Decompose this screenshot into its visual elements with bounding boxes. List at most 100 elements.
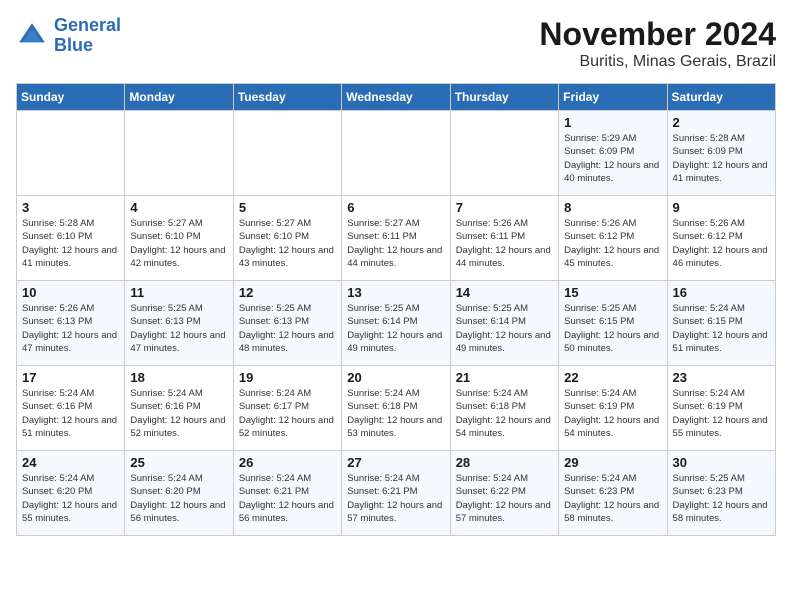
day-number: 24 (22, 455, 119, 470)
day-info: Sunrise: 5:25 AM Sunset: 6:13 PM Dayligh… (239, 302, 336, 355)
cell-3-0: 17 Sunrise: 5:24 AM Sunset: 6:16 PM Dayli… (17, 366, 125, 451)
cell-4-2: 26 Sunrise: 5:24 AM Sunset: 6:21 PM Dayli… (233, 451, 341, 536)
day-info: Sunrise: 5:24 AM Sunset: 6:19 PM Dayligh… (673, 387, 770, 440)
day-number: 27 (347, 455, 444, 470)
calendar-table: Sunday Monday Tuesday Wednesday Thursday… (16, 83, 776, 536)
logo-line2: Blue (54, 35, 93, 55)
calendar-title: November 2024 (539, 16, 776, 53)
day-info: Sunrise: 5:24 AM Sunset: 6:18 PM Dayligh… (347, 387, 444, 440)
cell-4-3: 27 Sunrise: 5:24 AM Sunset: 6:21 PM Dayli… (342, 451, 450, 536)
cell-2-0: 10 Sunrise: 5:26 AM Sunset: 6:13 PM Dayli… (17, 281, 125, 366)
week-row-5: 24 Sunrise: 5:24 AM Sunset: 6:20 PM Dayli… (17, 451, 776, 536)
cell-4-0: 24 Sunrise: 5:24 AM Sunset: 6:20 PM Dayli… (17, 451, 125, 536)
day-info: Sunrise: 5:25 AM Sunset: 6:14 PM Dayligh… (347, 302, 444, 355)
day-number: 15 (564, 285, 661, 300)
calendar-subtitle: Buritis, Minas Gerais, Brazil (539, 53, 776, 71)
cell-2-1: 11 Sunrise: 5:25 AM Sunset: 6:13 PM Dayli… (125, 281, 233, 366)
day-info: Sunrise: 5:29 AM Sunset: 6:09 PM Dayligh… (564, 132, 661, 185)
day-number: 14 (456, 285, 553, 300)
cell-0-5: 1 Sunrise: 5:29 AM Sunset: 6:09 PM Daylig… (559, 111, 667, 196)
header-saturday: Saturday (667, 84, 775, 111)
day-number: 5 (239, 200, 336, 215)
cell-0-3 (342, 111, 450, 196)
header-wednesday: Wednesday (342, 84, 450, 111)
cell-1-6: 9 Sunrise: 5:26 AM Sunset: 6:12 PM Daylig… (667, 196, 775, 281)
cell-1-3: 6Sunrise: 5:27 AM Sunset: 6:11 PM Daylig… (342, 196, 450, 281)
day-info: Sunrise: 5:24 AM Sunset: 6:21 PM Dayligh… (239, 472, 336, 525)
cell-3-2: 19Sunrise: 5:24 AM Sunset: 6:17 PM Dayli… (233, 366, 341, 451)
day-info: Sunrise: 5:26 AM Sunset: 6:12 PM Dayligh… (564, 217, 661, 270)
day-number: 2 (673, 115, 770, 130)
cell-3-1: 18Sunrise: 5:24 AM Sunset: 6:16 PM Dayli… (125, 366, 233, 451)
cell-3-3: 20 Sunrise: 5:24 AM Sunset: 6:18 PM Dayli… (342, 366, 450, 451)
day-info: Sunrise: 5:25 AM Sunset: 6:15 PM Dayligh… (564, 302, 661, 355)
week-row-1: 1 Sunrise: 5:29 AM Sunset: 6:09 PM Daylig… (17, 111, 776, 196)
day-info: Sunrise: 5:26 AM Sunset: 6:13 PM Dayligh… (22, 302, 119, 355)
cell-0-6: 2 Sunrise: 5:28 AM Sunset: 6:09 PM Daylig… (667, 111, 775, 196)
day-number: 29 (564, 455, 661, 470)
week-row-3: 10 Sunrise: 5:26 AM Sunset: 6:13 PM Dayli… (17, 281, 776, 366)
cell-4-5: 29 Sunrise: 5:24 AM Sunset: 6:23 PM Dayli… (559, 451, 667, 536)
day-number: 12 (239, 285, 336, 300)
day-number: 1 (564, 115, 661, 130)
day-number: 10 (22, 285, 119, 300)
day-number: 3 (22, 200, 119, 215)
logo-line1: General (54, 15, 121, 35)
day-info: Sunrise: 5:24 AM Sunset: 6:20 PM Dayligh… (22, 472, 119, 525)
cell-1-5: 8 Sunrise: 5:26 AM Sunset: 6:12 PM Daylig… (559, 196, 667, 281)
cell-0-0 (17, 111, 125, 196)
day-number: 23 (673, 370, 770, 385)
day-number: 20 (347, 370, 444, 385)
header-tuesday: Tuesday (233, 84, 341, 111)
day-number: 22 (564, 370, 661, 385)
cell-1-1: 4Sunrise: 5:27 AM Sunset: 6:10 PM Daylig… (125, 196, 233, 281)
day-info: Sunrise: 5:25 AM Sunset: 6:23 PM Dayligh… (673, 472, 770, 525)
day-number: 21 (456, 370, 553, 385)
day-info: Sunrise: 5:24 AM Sunset: 6:16 PM Dayligh… (130, 387, 227, 440)
title-block: November 2024 Buritis, Minas Gerais, Bra… (539, 16, 776, 71)
day-info: Sunrise: 5:26 AM Sunset: 6:12 PM Dayligh… (673, 217, 770, 270)
header-sunday: Sunday (17, 84, 125, 111)
day-number: 13 (347, 285, 444, 300)
day-info: Sunrise: 5:28 AM Sunset: 6:10 PM Dayligh… (22, 217, 119, 270)
cell-4-1: 25 Sunrise: 5:24 AM Sunset: 6:20 PM Dayli… (125, 451, 233, 536)
day-info: Sunrise: 5:24 AM Sunset: 6:15 PM Dayligh… (673, 302, 770, 355)
day-info: Sunrise: 5:25 AM Sunset: 6:14 PM Dayligh… (456, 302, 553, 355)
cell-4-6: 30 Sunrise: 5:25 AM Sunset: 6:23 PM Dayli… (667, 451, 775, 536)
day-info: Sunrise: 5:26 AM Sunset: 6:11 PM Dayligh… (456, 217, 553, 270)
cell-2-6: 16Sunrise: 5:24 AM Sunset: 6:15 PM Dayli… (667, 281, 775, 366)
cell-3-5: 22 Sunrise: 5:24 AM Sunset: 6:19 PM Dayli… (559, 366, 667, 451)
day-number: 17 (22, 370, 119, 385)
day-info: Sunrise: 5:24 AM Sunset: 6:21 PM Dayligh… (347, 472, 444, 525)
page-header: General Blue November 2024 Buritis, Mina… (16, 16, 776, 71)
cell-2-5: 15 Sunrise: 5:25 AM Sunset: 6:15 PM Dayli… (559, 281, 667, 366)
day-number: 9 (673, 200, 770, 215)
header-monday: Monday (125, 84, 233, 111)
day-number: 26 (239, 455, 336, 470)
day-info: Sunrise: 5:24 AM Sunset: 6:23 PM Dayligh… (564, 472, 661, 525)
weekday-header-row: Sunday Monday Tuesday Wednesday Thursday… (17, 84, 776, 111)
day-info: Sunrise: 5:24 AM Sunset: 6:17 PM Dayligh… (239, 387, 336, 440)
cell-3-4: 21Sunrise: 5:24 AM Sunset: 6:18 PM Dayli… (450, 366, 558, 451)
cell-1-4: 7 Sunrise: 5:26 AM Sunset: 6:11 PM Daylig… (450, 196, 558, 281)
cell-3-6: 23 Sunrise: 5:24 AM Sunset: 6:19 PM Dayli… (667, 366, 775, 451)
day-info: Sunrise: 5:24 AM Sunset: 6:16 PM Dayligh… (22, 387, 119, 440)
day-number: 8 (564, 200, 661, 215)
day-number: 25 (130, 455, 227, 470)
header-thursday: Thursday (450, 84, 558, 111)
day-number: 30 (673, 455, 770, 470)
day-info: Sunrise: 5:24 AM Sunset: 6:20 PM Dayligh… (130, 472, 227, 525)
day-number: 11 (130, 285, 227, 300)
day-number: 6 (347, 200, 444, 215)
day-info: Sunrise: 5:28 AM Sunset: 6:09 PM Dayligh… (673, 132, 770, 185)
logo-icon (16, 20, 48, 52)
day-number: 7 (456, 200, 553, 215)
day-info: Sunrise: 5:24 AM Sunset: 6:22 PM Dayligh… (456, 472, 553, 525)
logo: General Blue (16, 16, 121, 56)
week-row-2: 3 Sunrise: 5:28 AM Sunset: 6:10 PM Daylig… (17, 196, 776, 281)
day-info: Sunrise: 5:25 AM Sunset: 6:13 PM Dayligh… (130, 302, 227, 355)
day-info: Sunrise: 5:27 AM Sunset: 6:10 PM Dayligh… (239, 217, 336, 270)
cell-0-2 (233, 111, 341, 196)
cell-2-3: 13 Sunrise: 5:25 AM Sunset: 6:14 PM Dayli… (342, 281, 450, 366)
day-info: Sunrise: 5:24 AM Sunset: 6:19 PM Dayligh… (564, 387, 661, 440)
